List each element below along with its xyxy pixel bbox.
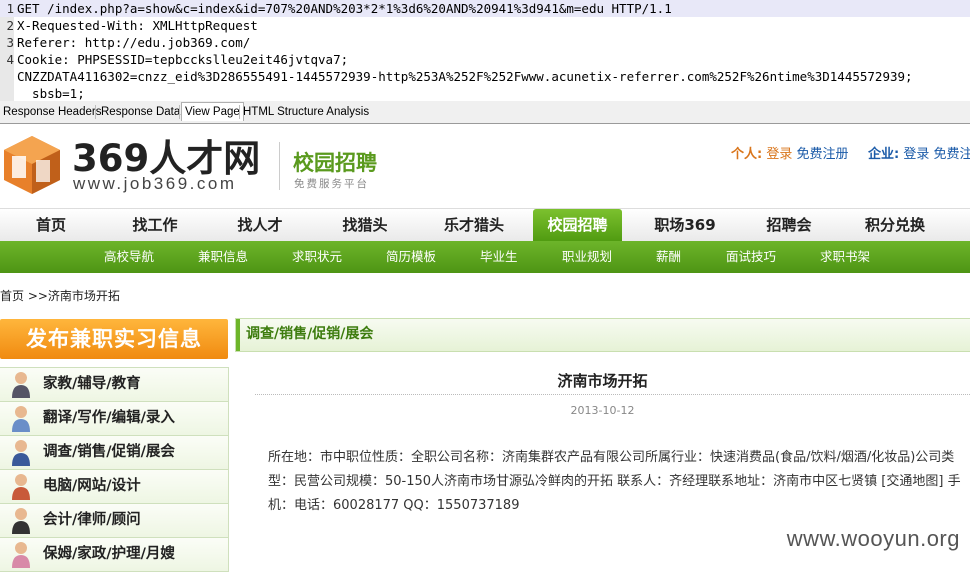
category-item[interactable]: 保姆/家政/护理/月嫂 [0,537,229,572]
personal-label: 个人: [731,147,762,162]
request-line[interactable]: 2X-Requested-With: XMLHttpRequest [0,17,258,34]
subnav-career-planning[interactable]: 职业规划 [562,241,612,273]
subnav-job-bookshelf[interactable]: 求职书架 [820,241,870,273]
subnav-salary[interactable]: 薪酬 [656,241,681,273]
request-editor[interactable]: 1GET /index.php?a=show&c=index&id=707%20… [0,0,970,101]
tab-response-headers[interactable]: Response Headers [0,103,104,121]
article-date: 2013-10-12 [235,404,970,417]
subnav-interview-tips[interactable]: 面试技巧 [726,241,776,273]
person-avatar-icon [10,439,32,466]
personal-account: 个人: 登录 免费注册 [731,143,849,162]
article-body: 所在地：市中职位性质：全职公司名称：济南集群农产品有限公司所属行业：快速消费品(… [268,446,962,518]
tab-html-structure-analysis[interactable]: HTML Structure Analysis [240,103,372,121]
category-item[interactable]: 会计/律师/顾问 [0,503,229,538]
campus-subtitle: 免费服务平台 [294,176,369,191]
article-divider [255,394,970,395]
request-line[interactable]: CNZZDATA4116302=cnzz_eid%3D286555491-144… [0,68,913,85]
subnav-resume-template[interactable]: 简历模板 [386,241,436,273]
personal-register-link[interactable]: 免费注册 [797,147,849,162]
company-register-link[interactable]: 免费注 [934,147,970,162]
nav-campus-recruit[interactable]: 校园招聘 [533,209,622,242]
nav-find-headhunter[interactable]: 找猎头 [332,209,398,242]
main-nav: 首页 找工作 找人才 找猎头 乐才猎头 校园招聘 职场369 招聘会 积分兑换 [0,208,970,242]
job369-logo-icon[interactable] [2,134,62,196]
subnav-college-guide[interactable]: 高校导航 [104,241,154,273]
site-logo-url: www.job369.com [73,174,237,194]
person-avatar-icon [10,541,32,568]
publish-part-time-button[interactable]: 发布兼职实习信息 [0,319,228,359]
breadcrumb[interactable]: 首页 >>济南市场开拓 [0,287,120,304]
nav-find-talent[interactable]: 找人才 [227,209,293,242]
article-title: 济南市场开拓 [235,370,970,391]
category-item[interactable]: 调查/销售/促销/展会 [0,435,229,470]
request-line[interactable]: 1GET /index.php?a=show&c=index&id=707%20… [0,0,970,17]
category-item[interactable]: 电脑/网站/设计 [0,469,229,504]
tab-view-page[interactable]: View Page [181,102,244,121]
tab-response-data[interactable]: Response Data [98,103,183,121]
category-item[interactable]: 家教/辅导/教育 [0,367,229,402]
company-login-link[interactable]: 登录 [903,147,929,162]
nav-points-exchange[interactable]: 积分兑换 [858,209,932,242]
request-line[interactable]: 4Cookie: PHPSESSID=tepbcckslleu2eit46jvt… [0,51,348,68]
person-avatar-icon [10,405,32,432]
watermark: www.wooyun.org [787,526,960,552]
person-avatar-icon [10,473,32,500]
company-label: 企业: [868,147,899,162]
section-header: 调查/销售/促销/展会 [235,318,970,352]
personal-login-link[interactable]: 登录 [766,147,792,162]
nav-career-369[interactable]: 职场369 [650,209,720,242]
tab-divider [179,105,180,119]
nav-job-fair[interactable]: 招聘会 [760,209,818,242]
company-account: 企业: 登录 免费注 [868,143,970,162]
person-avatar-icon [10,507,32,534]
request-line[interactable]: sbsb=1; [0,85,85,101]
nav-find-job[interactable]: 找工作 [122,209,188,242]
person-avatar-icon [10,371,32,398]
nav-lecai-headhunter[interactable]: 乐才猎头 [434,209,514,242]
category-item[interactable]: 翻译/写作/编辑/录入 [0,401,229,436]
response-tab-bar: Response Headers Response Data View Page… [0,101,970,124]
section-title: 调查/销售/促销/展会 [246,319,373,349]
request-line[interactable]: 3Referer: http://edu.job369.com/ [0,34,250,51]
subnav-job-champion[interactable]: 求职状元 [292,241,342,273]
nav-home[interactable]: 首页 [22,209,80,242]
subnav-graduates[interactable]: 毕业生 [480,241,518,273]
section-header-accent [236,319,240,351]
sub-nav: 高校导航 兼职信息 求职状元 简历模板 毕业生 职业规划 薪酬 面试技巧 求职书… [0,241,970,273]
subnav-part-time[interactable]: 兼职信息 [198,241,248,273]
rendered-page: 369人才网 www.job369.com 校园招聘 免费服务平台 个人: 登录… [0,124,970,568]
tab-divider [95,105,96,119]
campus-title: 校园招聘 [293,147,377,177]
header-divider [279,142,280,190]
